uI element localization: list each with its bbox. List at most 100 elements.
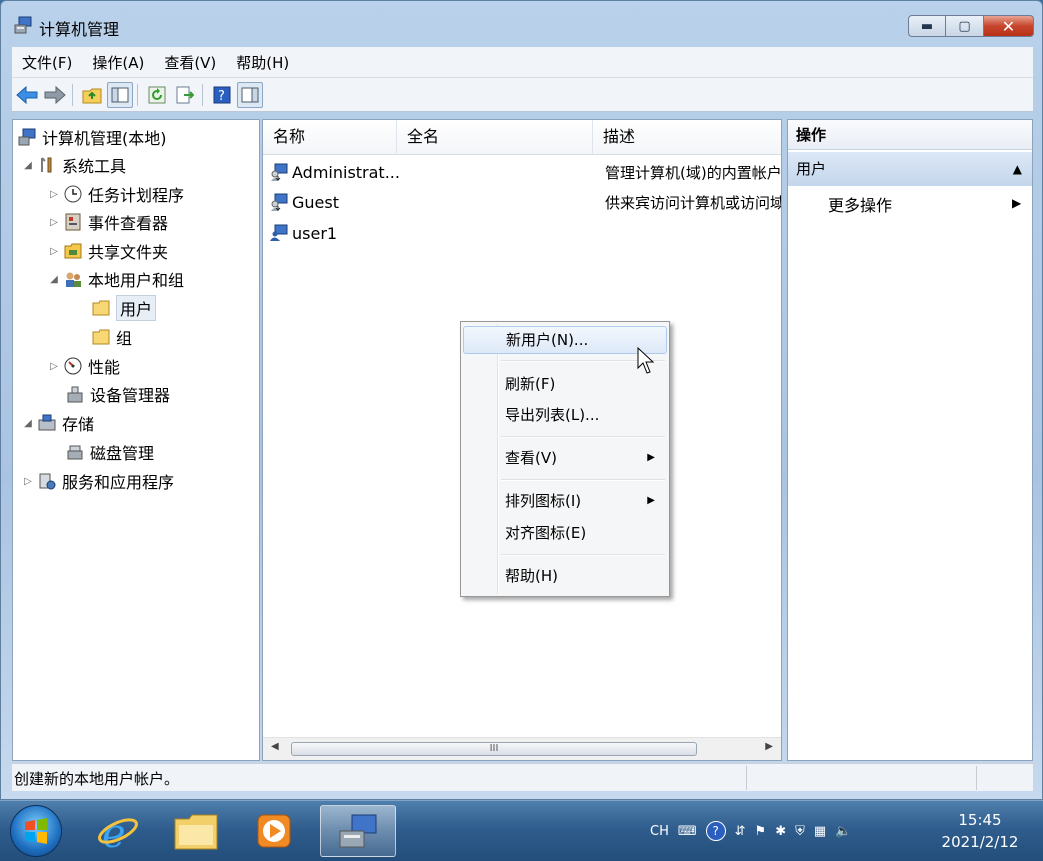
clock-date: 2021/2/12 (941, 833, 1019, 851)
taskbar-explorer[interactable] (162, 805, 230, 857)
title-bar[interactable]: 计算机管理 ▬ ▢ ✕ (1, 1, 1042, 45)
list-item[interactable]: Guest 供来宾访问计算机或访问域 (269, 188, 781, 216)
action-center-flag-icon[interactable]: ⚑ (755, 824, 767, 839)
taskbar-computer-management[interactable] (320, 805, 396, 857)
users-group-icon (63, 269, 83, 289)
user-description: 管理计算机(域)的内置帐户 (605, 163, 782, 182)
menu-file[interactable]: 文件(F) (12, 52, 82, 73)
bluetooth-icon[interactable]: ✱ (775, 824, 786, 839)
tree-item-performance[interactable]: ▷ 性能 (47, 353, 120, 379)
back-arrow-icon[interactable] (14, 82, 40, 108)
collapse-arrow-icon[interactable]: ◢ (21, 160, 35, 171)
system-tray: CH ⌨ ? ⇵ ⚑ ✱ ⛨ ▦ 🔈 (650, 811, 860, 851)
tree-item-event-viewer[interactable]: ▷ 事件查看器 (47, 209, 168, 235)
collapse-arrow-icon[interactable]: ◢ (47, 274, 61, 285)
tree-item-disk-management[interactable]: 磁盘管理 (63, 439, 154, 465)
tree-item-users[interactable]: 用户 (89, 295, 157, 321)
menu-separator (501, 554, 665, 556)
show-hide-tree-icon[interactable] (107, 81, 133, 108)
toolbar-separator (72, 83, 73, 106)
help-circle-icon[interactable]: ? (705, 821, 726, 841)
computer-management-window: 计算机管理 ▬ ▢ ✕ 文件(F) 操作(A) 查看(V) 帮助(H) ? 计算… (0, 0, 1043, 800)
tree-item-groups[interactable]: 组 (89, 324, 132, 350)
toolbar: ? (12, 78, 1033, 112)
scroll-left-icon[interactable]: ◀ (271, 741, 279, 752)
tree-item-services-apps[interactable]: ▷ 服务和应用程序 (21, 468, 174, 494)
column-header-fullname[interactable]: 全名 (397, 120, 593, 154)
list-item[interactable]: user1 (269, 219, 779, 247)
expand-arrow-icon[interactable]: ▷ (47, 217, 61, 228)
horizontal-scrollbar[interactable]: ◀ III ▶ (263, 737, 781, 760)
list-item[interactable]: Administrat... 管理计算机(域)的内置帐户 (269, 158, 782, 186)
submenu-arrow-icon[interactable]: ▶ (1012, 196, 1021, 210)
expand-arrow-icon[interactable]: ▷ (21, 476, 35, 487)
internet-explorer-icon: e (98, 811, 138, 853)
tray-options-icon[interactable]: ⇵ (735, 824, 746, 839)
performance-icon (63, 356, 83, 376)
close-button[interactable]: ✕ (984, 15, 1034, 37)
user-name: user1 (292, 223, 338, 243)
menu-view[interactable]: 查看(V) (154, 52, 226, 73)
refresh-icon[interactable] (144, 82, 170, 108)
device-manager-icon (65, 384, 85, 404)
window-title: 计算机管理 (39, 20, 120, 39)
actions-section-users[interactable]: 用户 ▲ (788, 152, 1032, 186)
tree-item-local-users-groups[interactable]: ◢ 本地用户和组 (47, 266, 184, 292)
volume-icon[interactable]: 🔈 (835, 824, 851, 839)
menu-action[interactable]: 操作(A) (82, 52, 154, 73)
show-hide-action-pane-icon[interactable] (237, 81, 263, 108)
collapse-arrow-icon[interactable]: ◢ (21, 418, 35, 429)
toolbar-separator (202, 83, 203, 106)
network-icon[interactable]: ▦ (814, 824, 826, 839)
expand-arrow-icon[interactable]: ▷ (47, 246, 61, 257)
submenu-arrow-icon: ▶ (647, 452, 655, 463)
tree-item-device-manager[interactable]: 设备管理器 (63, 381, 170, 407)
taskbar-media-player[interactable] (240, 805, 308, 857)
maximize-button[interactable]: ▢ (946, 15, 984, 37)
actions-pane: 操作 用户 ▲ 更多操作 ▶ (787, 119, 1033, 761)
minimize-button[interactable]: ▬ (908, 15, 946, 37)
console-tree[interactable]: 计算机管理(本地) ◢ 系统工具 ▷ 任务计划程序 ▷ 事件查看器 ▷ 共享文件… (12, 119, 260, 761)
scroll-right-icon[interactable]: ▶ (765, 741, 773, 752)
collapse-up-icon[interactable]: ▲ (1013, 152, 1022, 186)
tree-item-root[interactable]: 计算机管理(本地) (15, 124, 167, 150)
menu-item-help[interactable]: 帮助(H) (463, 562, 667, 590)
menu-separator (501, 479, 665, 481)
up-folder-icon[interactable] (79, 82, 105, 108)
menu-item-align-icons[interactable]: 对齐图标(E) (463, 519, 667, 547)
expand-arrow-icon[interactable]: ▷ (47, 361, 61, 372)
menu-help[interactable]: 帮助(H) (226, 52, 299, 73)
computer-management-icon (339, 814, 377, 848)
submenu-arrow-icon: ▶ (647, 495, 655, 506)
taskbar-ie[interactable]: e (84, 805, 152, 857)
tree-item-task-scheduler[interactable]: ▷ 任务计划程序 (47, 181, 184, 207)
tree-item-system-tools[interactable]: ◢ 系统工具 (21, 152, 126, 178)
shared-folder-icon (63, 241, 83, 261)
menu-item-arrange-icons[interactable]: 排列图标(I) ▶ (463, 487, 667, 515)
start-button[interactable] (10, 805, 62, 857)
user-icon (269, 223, 289, 243)
menu-separator (501, 436, 665, 438)
help-icon[interactable]: ? (209, 82, 235, 108)
language-indicator[interactable]: CH (650, 824, 669, 839)
menu-item-view[interactable]: 查看(V) ▶ (463, 444, 667, 472)
security-shield-icon[interactable]: ⛨ (795, 824, 805, 839)
scroll-thumb[interactable]: III (291, 742, 697, 756)
list-header: 名称 全名 描述 (263, 120, 781, 155)
keyboard-icon[interactable]: ⌨ (678, 824, 697, 839)
column-header-name[interactable]: 名称 (263, 120, 397, 154)
column-header-description[interactable]: 描述 (593, 120, 781, 154)
storage-icon (37, 413, 57, 433)
more-actions-item[interactable]: 更多操作 (828, 192, 892, 216)
tree-item-storage[interactable]: ◢ 存储 (21, 410, 94, 436)
expand-arrow-icon[interactable]: ▷ (47, 189, 61, 200)
status-divider (976, 766, 977, 790)
clock[interactable]: 15:45 2021/2/12 (930, 809, 1030, 853)
tree-item-shared-folders[interactable]: ▷ 共享文件夹 (47, 238, 168, 264)
menu-item-export-list[interactable]: 导出列表(L)... (463, 401, 667, 429)
folder-icon (91, 298, 111, 318)
disk-management-icon (65, 442, 85, 462)
forward-arrow-icon[interactable] (42, 82, 68, 108)
export-list-icon[interactable] (172, 82, 198, 108)
status-bar: 创建新的本地用户帐户。 (12, 763, 1033, 791)
